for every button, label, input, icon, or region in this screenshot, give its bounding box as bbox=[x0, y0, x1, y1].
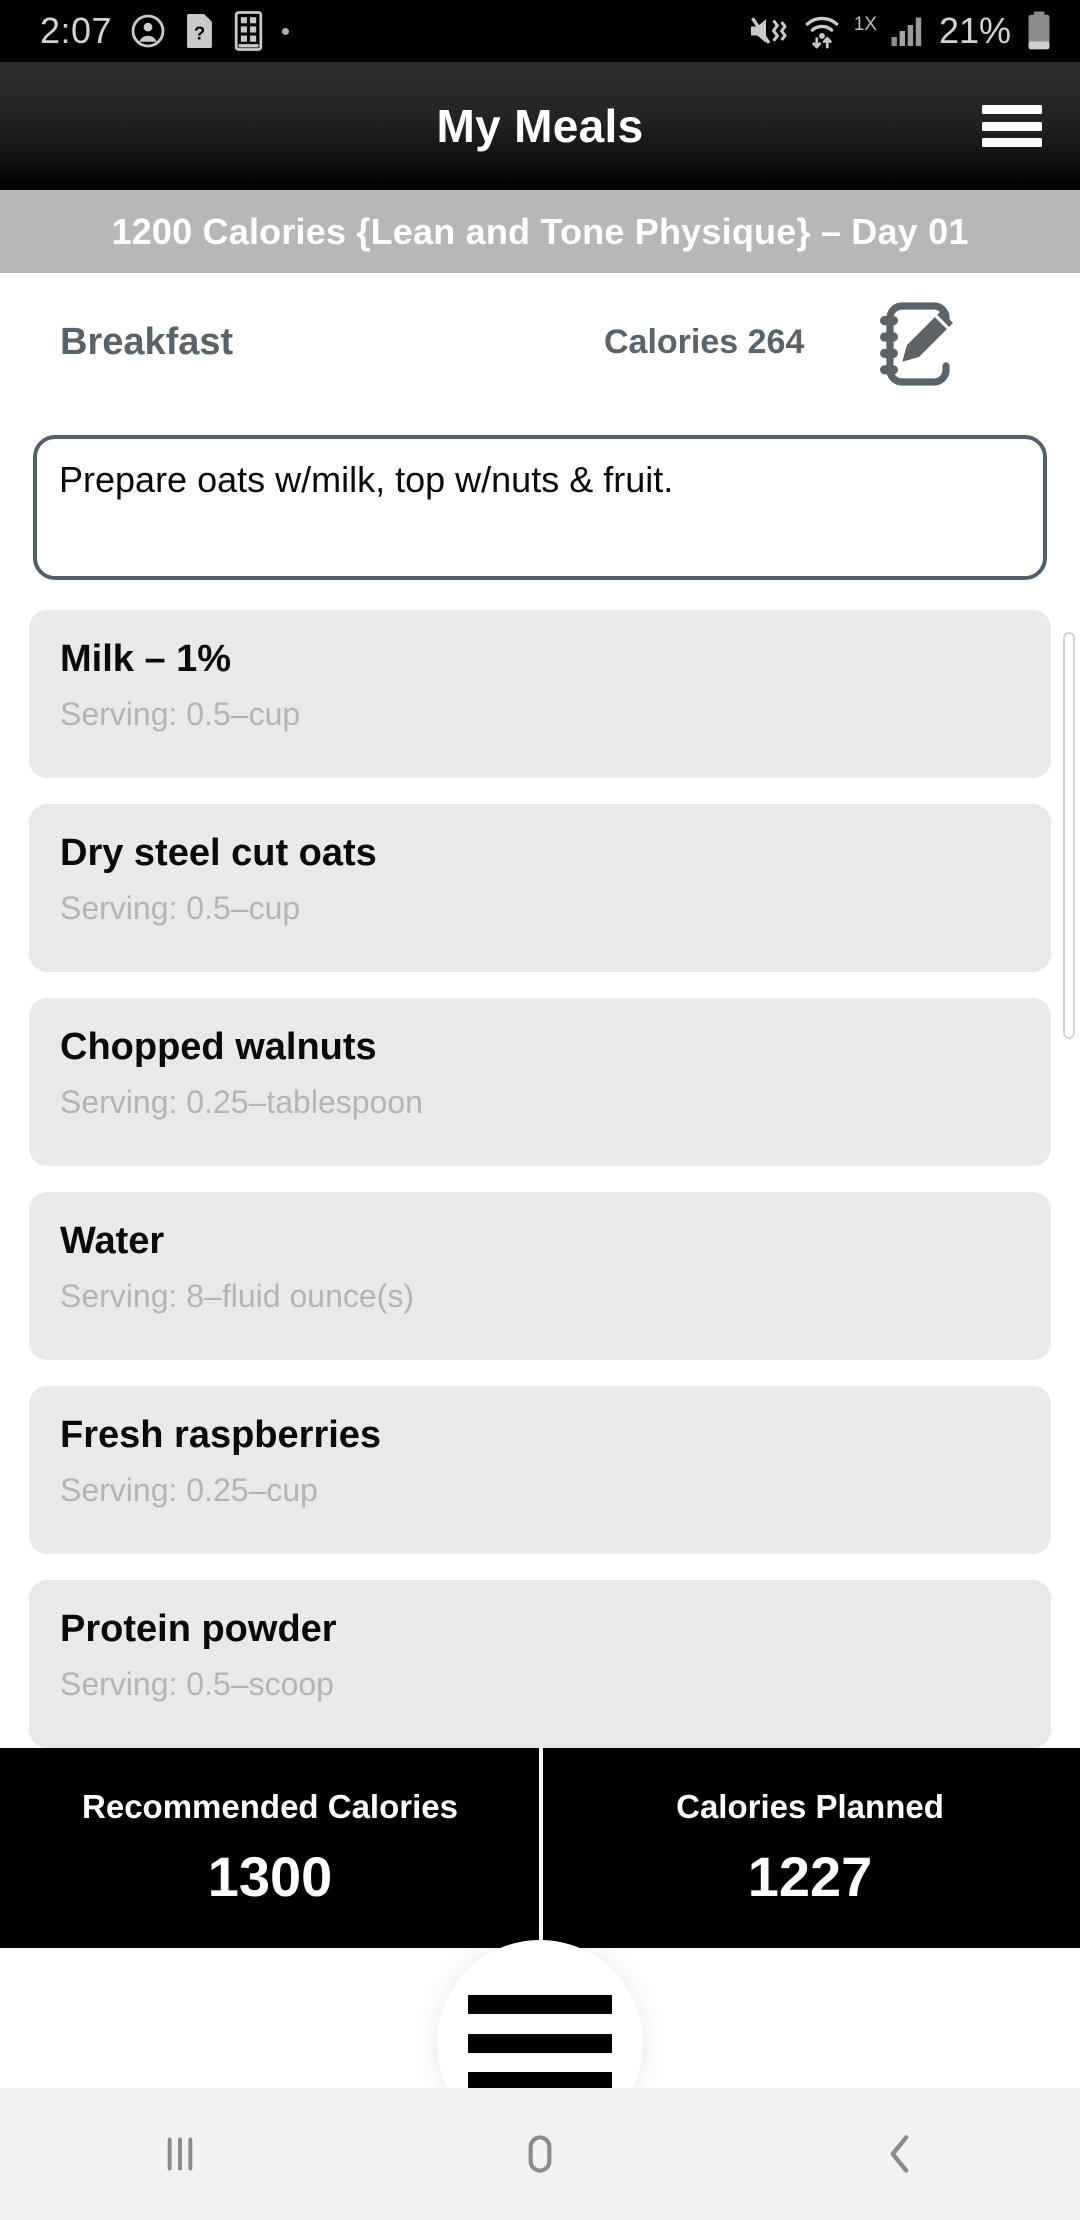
food-serving: Serving: 0.5–cup bbox=[60, 695, 301, 732]
food-name: Chopped walnuts bbox=[60, 1026, 377, 1068]
planned-calories-box: Calories Planned 1227 bbox=[540, 1748, 1080, 1948]
hamburger-menu-icon[interactable] bbox=[976, 98, 1048, 154]
notepad-pencil-edit-icon[interactable] bbox=[862, 290, 966, 394]
food-name: Water bbox=[60, 1220, 165, 1262]
recommended-calories-box: Recommended Calories 1300 bbox=[0, 1748, 540, 1948]
recommended-calories-label: Recommended Calories bbox=[82, 1787, 458, 1825]
hamburger-menu-icon bbox=[468, 1995, 612, 2091]
plan-banner: 1200 Calories {Lean and Tone Physique} –… bbox=[0, 190, 1080, 273]
food-name: Fresh raspberries bbox=[60, 1414, 382, 1456]
volume-mute-vibrate-icon bbox=[748, 13, 790, 49]
status-bar: 2:07 ? 1X 21% bbox=[0, 0, 1080, 62]
svg-text:?: ? bbox=[194, 23, 205, 44]
food-list-item[interactable]: Water Serving: 8–fluid ounce(s) bbox=[29, 1192, 1051, 1360]
battery-percent-label: 21% bbox=[938, 10, 1011, 51]
food-list-item[interactable]: Protein powder Serving: 0.5–scoop bbox=[29, 1580, 1051, 1748]
recommended-calories-value: 1300 bbox=[207, 1844, 333, 1908]
food-list-item[interactable]: Milk – 1% Serving: 0.5–cup bbox=[29, 610, 1051, 778]
planned-calories-label: Calories Planned bbox=[676, 1787, 944, 1825]
app-bar: My Meals bbox=[0, 62, 1080, 190]
food-list-item[interactable]: Dry steel cut oats Serving: 0.5–cup bbox=[29, 804, 1051, 972]
food-serving: Serving: 0.5–scoop bbox=[60, 1665, 334, 1702]
food-serving: Serving: 8–fluid ounce(s) bbox=[60, 1277, 414, 1314]
signal-bars-icon bbox=[890, 13, 926, 49]
meal-name-label: Breakfast bbox=[60, 320, 234, 363]
food-list-item[interactable]: Chopped walnuts Serving: 0.25–tablespoon bbox=[29, 998, 1051, 1166]
calorie-summary-divider bbox=[539, 1748, 543, 1948]
phone-screen: 2:07 ? 1X 21% My Meals 1200 Calories {Le… bbox=[0, 0, 1080, 2220]
vertical-scrollbar[interactable] bbox=[1063, 632, 1075, 1039]
food-serving: Serving: 0.5–cup bbox=[60, 889, 301, 926]
meal-calories-label: Calories 264 bbox=[604, 322, 805, 361]
food-name: Protein powder bbox=[60, 1608, 337, 1650]
calorie-summary-bar: Recommended Calories 1300 Calories Plann… bbox=[0, 1748, 1080, 1948]
plan-banner-label: 1200 Calories {Lean and Tone Physique} –… bbox=[111, 210, 969, 252]
food-serving: Serving: 0.25–cup bbox=[60, 1471, 318, 1508]
back-chevron-icon[interactable] bbox=[720, 2125, 1080, 2183]
home-icon[interactable] bbox=[360, 2125, 720, 2183]
recents-icon[interactable] bbox=[0, 2125, 360, 2183]
food-serving: Serving: 0.25–tablespoon bbox=[60, 1083, 423, 1120]
page-title: My Meals bbox=[436, 100, 644, 152]
status-bar-right: 1X 21% bbox=[748, 10, 1054, 52]
sim-question-icon: ? bbox=[184, 12, 215, 50]
account-circle-icon bbox=[130, 13, 166, 49]
planned-calories-value: 1227 bbox=[747, 1844, 873, 1908]
food-list[interactable]: Milk – 1% Serving: 0.5–cup Dry steel cut… bbox=[0, 600, 1080, 1748]
meal-note-input[interactable]: Prepare oats w/milk, top w/nuts & fruit. bbox=[33, 435, 1047, 580]
phone-grid-icon bbox=[233, 11, 264, 51]
small-dot-icon bbox=[282, 27, 290, 35]
network-mode-label: 1X bbox=[853, 14, 877, 35]
food-name: Milk – 1% bbox=[60, 638, 232, 680]
android-nav-bar bbox=[0, 2088, 1080, 2220]
food-name: Dry steel cut oats bbox=[60, 832, 377, 874]
status-bar-left: 2:07 ? bbox=[40, 10, 290, 52]
wifi-transfer-icon bbox=[803, 11, 841, 51]
battery-icon bbox=[1024, 10, 1054, 52]
meal-header: Breakfast Calories 264 bbox=[0, 273, 1080, 411]
food-list-item[interactable]: Fresh raspberries Serving: 0.25–cup bbox=[29, 1386, 1051, 1554]
status-bar-clock: 2:07 bbox=[40, 10, 113, 51]
fab-area bbox=[0, 1940, 1080, 2146]
